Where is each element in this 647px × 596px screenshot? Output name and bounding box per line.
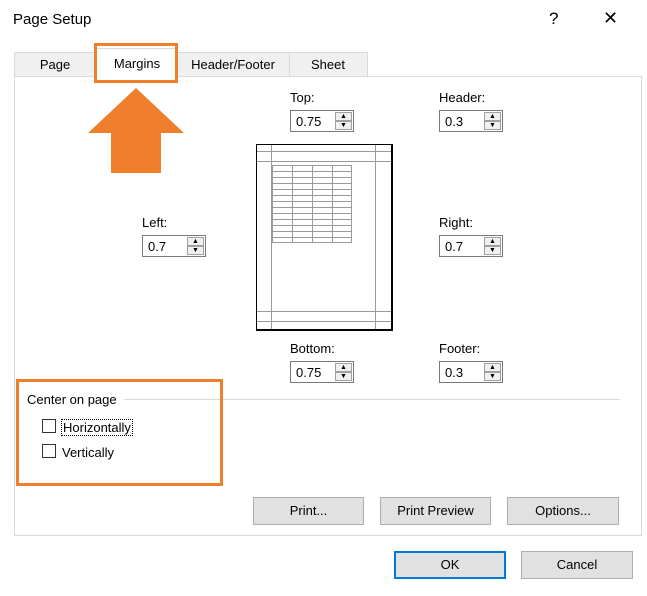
- top-margin-value[interactable]: 0.75: [296, 114, 321, 129]
- cancel-button[interactable]: Cancel: [521, 551, 633, 579]
- bottom-label: Bottom:: [290, 341, 335, 356]
- dialog-title: Page Setup: [13, 11, 92, 28]
- header-label: Header:: [439, 90, 486, 105]
- close-button[interactable]: ✕: [603, 8, 618, 29]
- page-preview: [256, 144, 393, 331]
- top-label: Top:: [290, 90, 315, 105]
- bottom-spin-down-icon[interactable]: ▼: [335, 372, 352, 381]
- left-margin-value[interactable]: 0.7: [148, 239, 166, 254]
- footer-spin-down-icon[interactable]: ▼: [484, 372, 501, 381]
- header-spin-up-icon[interactable]: ▲: [484, 112, 501, 121]
- tab-page[interactable]: Page: [14, 52, 96, 77]
- left-spin-down-icon[interactable]: ▼: [187, 246, 204, 255]
- top-guide-line: [257, 161, 391, 162]
- top-spin-down-icon[interactable]: ▼: [335, 121, 352, 130]
- footer-margin-value[interactable]: 0.3: [445, 365, 463, 380]
- header-margin-value[interactable]: 0.3: [445, 114, 463, 129]
- left-spin-up-icon[interactable]: ▲: [187, 237, 204, 246]
- ok-button[interactable]: OK: [394, 551, 506, 579]
- footer-guide-line: [257, 321, 391, 322]
- help-button[interactable]: ?: [549, 9, 558, 29]
- top-margin-spinner[interactable]: 0.75 ▲ ▼: [290, 110, 354, 132]
- left-label: Left:: [142, 215, 168, 230]
- up-arrow-annotation: [88, 88, 184, 173]
- bottom-spin-up-icon[interactable]: ▲: [335, 363, 352, 372]
- right-spin-up-icon[interactable]: ▲: [484, 237, 501, 246]
- right-margin-spinner[interactable]: 0.7 ▲ ▼: [439, 235, 503, 257]
- print-button[interactable]: Print...: [253, 497, 364, 525]
- right-label: Right:: [439, 215, 473, 230]
- right-margin-value[interactable]: 0.7: [445, 239, 463, 254]
- top-spin-up-icon[interactable]: ▲: [335, 112, 352, 121]
- options-button[interactable]: Options...: [507, 497, 619, 525]
- header-margin-spinner[interactable]: 0.3 ▲ ▼: [439, 110, 503, 132]
- header-spin-down-icon[interactable]: ▼: [484, 121, 501, 130]
- center-on-page-highlight: [16, 379, 223, 486]
- margins-tab-highlight: [94, 43, 178, 83]
- right-guide-line: [375, 145, 376, 329]
- bottom-margin-spinner[interactable]: 0.75 ▲ ▼: [290, 361, 354, 383]
- tab-header-footer[interactable]: Header/Footer: [176, 52, 290, 77]
- footer-spin-up-icon[interactable]: ▲: [484, 363, 501, 372]
- tab-sheet[interactable]: Sheet: [288, 52, 368, 77]
- bottom-guide-line: [257, 311, 391, 312]
- footer-label: Footer:: [439, 341, 481, 356]
- print-preview-button[interactable]: Print Preview: [380, 497, 491, 525]
- header-guide-line: [257, 151, 391, 152]
- preview-cell-grid: [272, 165, 352, 243]
- footer-margin-spinner[interactable]: 0.3 ▲ ▼: [439, 361, 503, 383]
- right-spin-down-icon[interactable]: ▼: [484, 246, 501, 255]
- left-margin-spinner[interactable]: 0.7 ▲ ▼: [142, 235, 206, 257]
- bottom-margin-value[interactable]: 0.75: [296, 365, 321, 380]
